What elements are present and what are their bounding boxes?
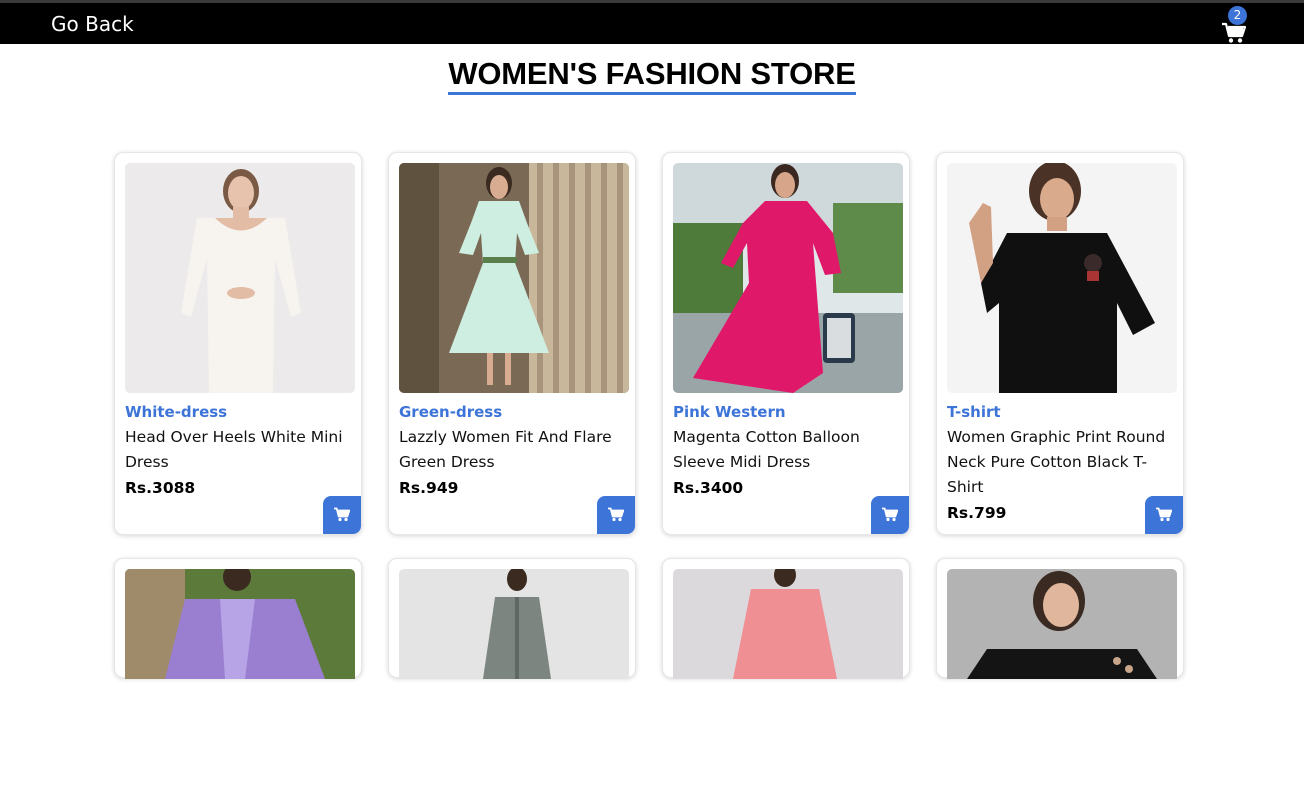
product-card <box>936 558 1184 679</box>
product-price: Rs.3400 <box>673 479 744 497</box>
product-image[interactable] <box>399 163 629 393</box>
add-to-cart-icon <box>1156 507 1172 522</box>
product-image[interactable] <box>947 163 1177 393</box>
cart-count-badge: 2 <box>1228 6 1247 25</box>
product-card: White-dress Head Over Heels White Mini D… <box>114 152 362 535</box>
product-category: T-shirt <box>947 403 1001 421</box>
add-to-cart-button[interactable] <box>323 496 361 534</box>
product-card <box>662 558 910 679</box>
product-name: Head Over Heels White Mini Dress <box>125 428 343 471</box>
product-image[interactable] <box>673 163 903 393</box>
product-price: Rs.799 <box>947 504 1007 522</box>
product-image[interactable] <box>125 163 355 393</box>
add-to-cart-icon <box>608 507 624 522</box>
product-price: Rs.3088 <box>125 479 196 497</box>
top-navbar: Go Back 2 <box>0 0 1304 44</box>
add-to-cart-button[interactable] <box>597 496 635 534</box>
cart-button[interactable]: 2 <box>1220 6 1252 44</box>
product-card: Green-dress Lazzly Women Fit And Flare G… <box>388 152 636 535</box>
add-to-cart-button[interactable] <box>1145 496 1183 534</box>
page-title-wrap: WOMEN'S FASHION STORE <box>0 56 1304 95</box>
product-image[interactable] <box>673 569 903 799</box>
product-image[interactable] <box>125 569 355 799</box>
add-to-cart-icon <box>882 507 898 522</box>
product-card: T-shirt Women Graphic Print Round Neck P… <box>936 152 1184 535</box>
product-price: Rs.949 <box>399 479 459 497</box>
product-name: Women Graphic Print Round Neck Pure Cott… <box>947 428 1166 496</box>
product-category: White-dress <box>125 403 228 421</box>
product-card <box>388 558 636 679</box>
product-card: Pink Western Magenta Cotton Balloon Slee… <box>662 152 910 535</box>
go-back-link[interactable]: Go Back <box>51 12 134 36</box>
product-image[interactable] <box>947 569 1177 799</box>
add-to-cart-icon <box>334 507 350 522</box>
product-category: Pink Western <box>673 403 786 421</box>
product-name: Lazzly Women Fit And Flare Green Dress <box>399 428 612 471</box>
product-image[interactable] <box>399 569 629 799</box>
add-to-cart-button[interactable] <box>871 496 909 534</box>
product-name: Magenta Cotton Balloon Sleeve Midi Dress <box>673 428 860 471</box>
page-title: WOMEN'S FASHION STORE <box>448 56 856 95</box>
cart-icon <box>1222 22 1246 43</box>
product-card <box>114 558 362 679</box>
product-category: Green-dress <box>399 403 503 421</box>
